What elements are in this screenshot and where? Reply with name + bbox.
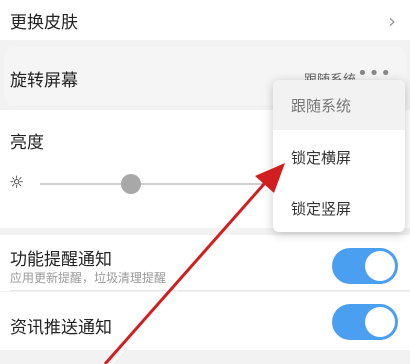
annotation-arrow (103, 163, 285, 364)
